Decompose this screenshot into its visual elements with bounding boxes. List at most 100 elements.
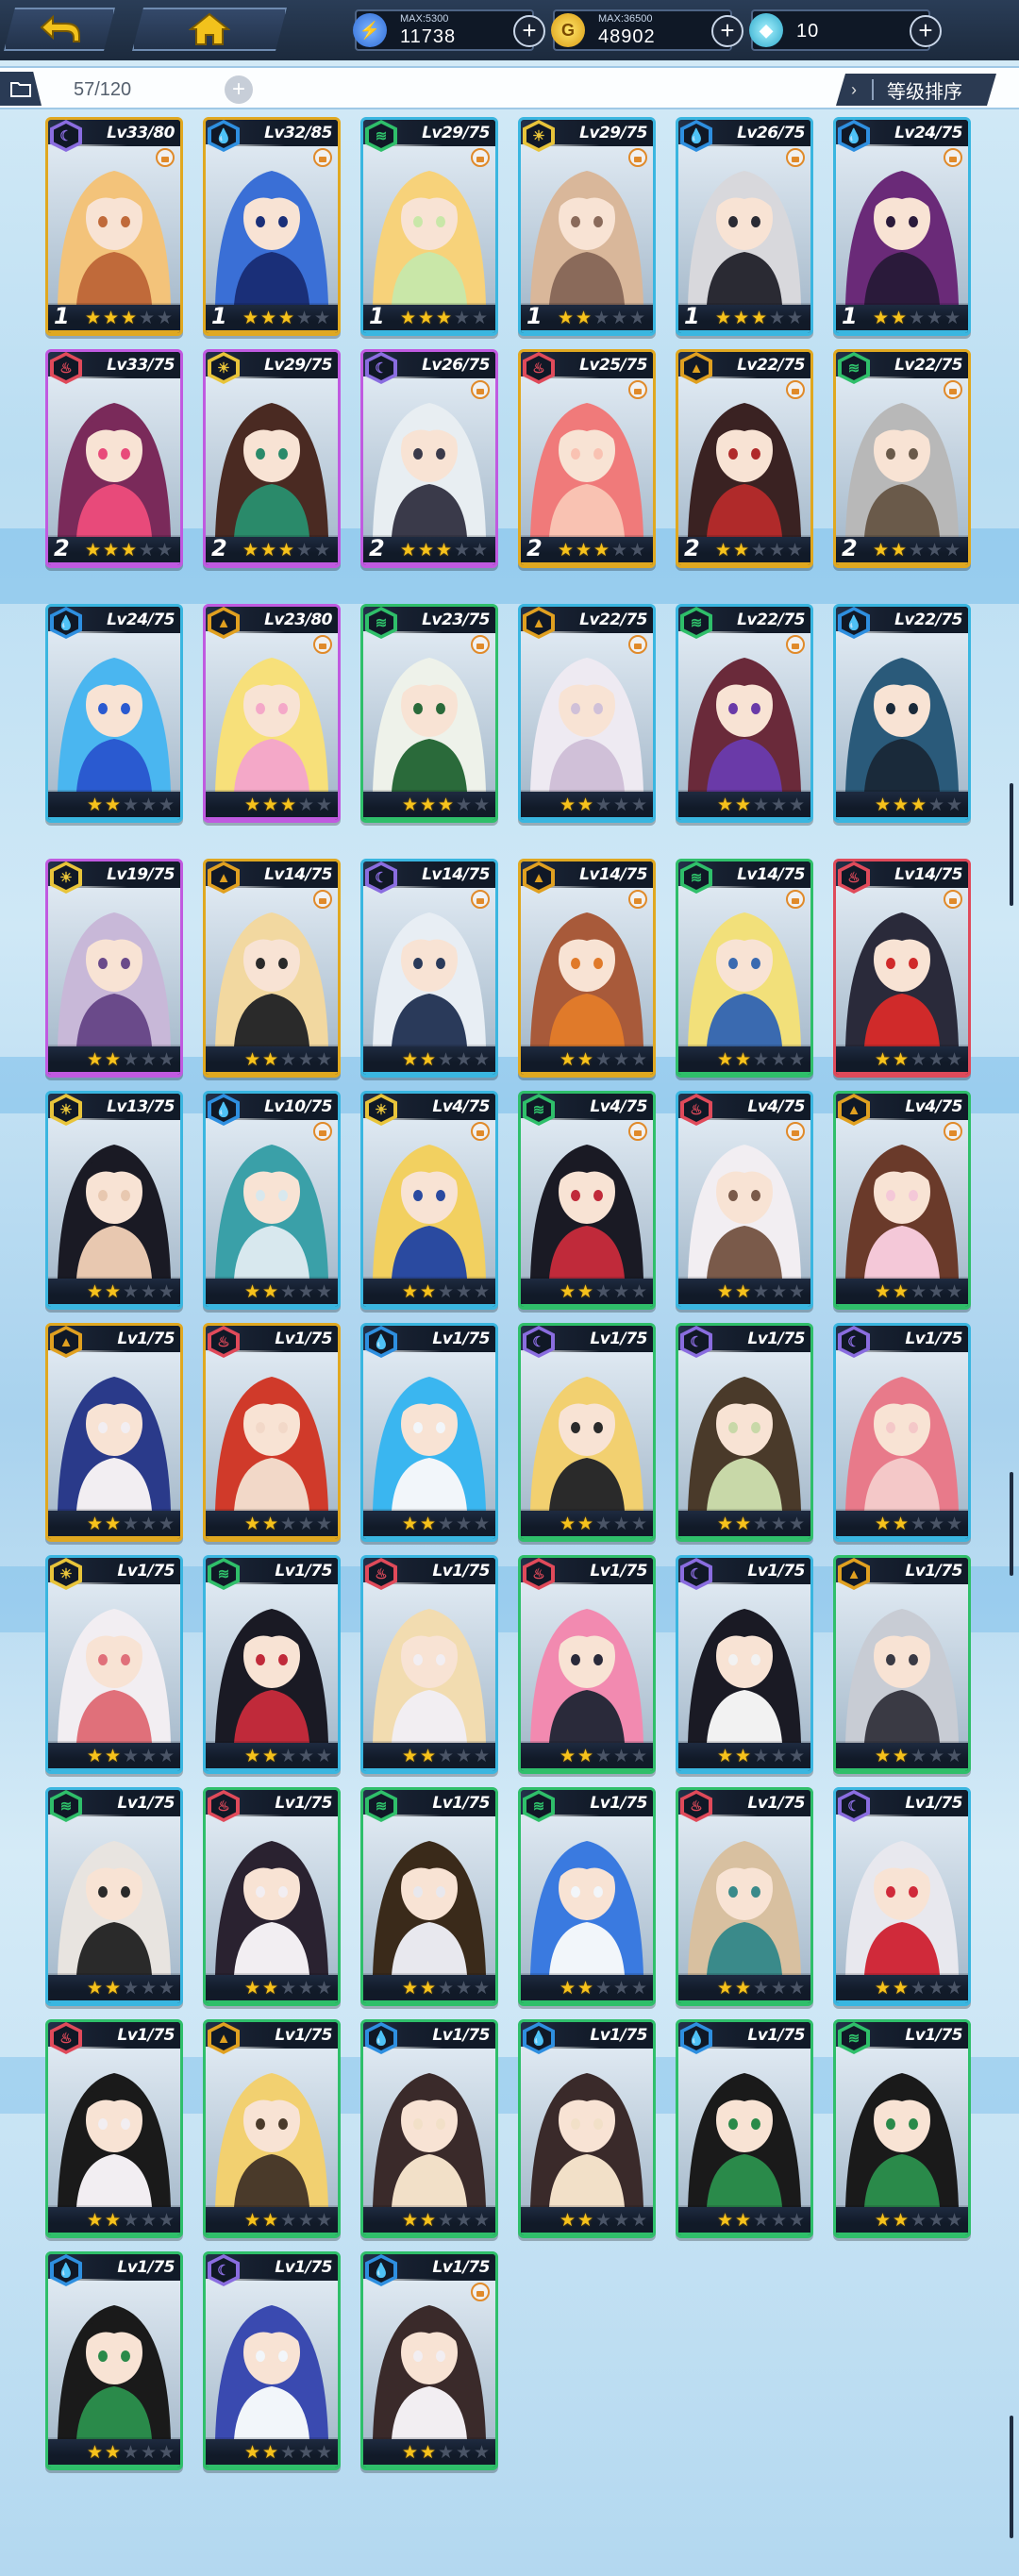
character-card[interactable]: ☾ Lv1/75 ★ ★ ★ ★ ★	[833, 1787, 971, 2006]
lock-icon[interactable]	[786, 1122, 805, 1141]
character-card[interactable]: ☀ Lv13/75 ★ ★ ★ ★ ★	[45, 1091, 183, 1310]
lock-icon[interactable]	[786, 890, 805, 909]
lock-icon[interactable]	[944, 148, 962, 167]
character-card[interactable]: ☾ Lv1/75 ★ ★ ★ ★ ★	[203, 2251, 341, 2470]
character-card[interactable]: ♨ Lv4/75 ★ ★ ★ ★ ★	[676, 1091, 813, 1310]
character-card[interactable]: 💧 Lv1/75 ★ ★ ★ ★ ★	[518, 2019, 656, 2238]
character-card[interactable]: ▲ Lv22/75 2 ★ ★ ★ ★ ★	[676, 349, 813, 568]
character-card[interactable]: ☾ Lv1/75 ★ ★ ★ ★ ★	[676, 1555, 813, 1774]
character-card[interactable]: ≋ Lv22/75 ★ ★ ★ ★ ★	[676, 604, 813, 823]
character-card[interactable]: ≋ Lv1/75 ★ ★ ★ ★ ★	[518, 1787, 656, 2006]
character-card[interactable]: ≋ Lv14/75 ★ ★ ★ ★ ★	[676, 859, 813, 1078]
character-card[interactable]: ▲ Lv23/80 ★ ★ ★ ★ ★	[203, 604, 341, 823]
character-card[interactable]: ♨ Lv25/75 2 ★ ★ ★ ★ ★	[518, 349, 656, 568]
energy-add-button[interactable]: +	[513, 15, 545, 47]
character-card[interactable]: ♨ Lv33/75 2 ★ ★ ★ ★ ★	[45, 349, 183, 568]
star-icon: ★	[158, 1050, 175, 1070]
sort-button[interactable]: › 等级排序	[836, 74, 996, 106]
character-card[interactable]: ♨ Lv1/75 ★ ★ ★ ★ ★	[203, 1787, 341, 2006]
lock-icon[interactable]	[628, 890, 647, 909]
character-card[interactable]: 💧 Lv22/75 ★ ★ ★ ★ ★	[833, 604, 971, 823]
lock-icon[interactable]	[313, 890, 332, 909]
character-card[interactable]: ≋ Lv23/75 ★ ★ ★ ★ ★	[360, 604, 498, 823]
character-card[interactable]: ☾ Lv1/75 ★ ★ ★ ★ ★	[833, 1323, 971, 1542]
scrollbar[interactable]	[1010, 2416, 1013, 2538]
rarity-bar	[836, 1768, 968, 1771]
character-card[interactable]: ☾ Lv33/80 1 ★ ★ ★ ★ ★	[45, 117, 183, 336]
character-card[interactable]: ☀ Lv29/75 2 ★ ★ ★ ★ ★	[203, 349, 341, 568]
character-card[interactable]: ▲ Lv22/75 ★ ★ ★ ★ ★	[518, 604, 656, 823]
lock-icon[interactable]	[628, 148, 647, 167]
character-card[interactable]: ☀ Lv29/75 1 ★ ★ ★ ★ ★	[518, 117, 656, 336]
level-label: Lv1/75	[905, 1330, 962, 1348]
back-button[interactable]	[4, 8, 115, 51]
lock-icon[interactable]	[156, 148, 175, 167]
home-button[interactable]	[132, 8, 287, 51]
scrollbar[interactable]	[1010, 1472, 1013, 1576]
character-card[interactable]: ≋ Lv4/75 ★ ★ ★ ★ ★	[518, 1091, 656, 1310]
character-card[interactable]: ≋ Lv29/75 1 ★ ★ ★ ★ ★	[360, 117, 498, 336]
star-rating: ★ ★ ★ ★ ★	[716, 1514, 806, 1535]
character-card[interactable]: 💧 Lv32/85 1 ★ ★ ★ ★ ★	[203, 117, 341, 336]
character-card[interactable]: ☾ Lv14/75 ★ ★ ★ ★ ★	[360, 859, 498, 1078]
lock-icon[interactable]	[786, 380, 805, 399]
character-card[interactable]: 💧 Lv24/75 ★ ★ ★ ★ ★	[45, 604, 183, 823]
character-card[interactable]: 💧 Lv1/75 ★ ★ ★ ★ ★	[676, 2019, 813, 2238]
character-card[interactable]: ▲ Lv1/75 ★ ★ ★ ★ ★	[45, 1323, 183, 1542]
character-card[interactable]: ♨ Lv1/75 ★ ★ ★ ★ ★	[518, 1555, 656, 1774]
lock-icon[interactable]	[471, 148, 490, 167]
character-card[interactable]: ≋ Lv1/75 ★ ★ ★ ★ ★	[360, 1787, 498, 2006]
character-card[interactable]: ☀ Lv19/75 ★ ★ ★ ★ ★	[45, 859, 183, 1078]
character-card[interactable]: 💧 Lv26/75 1 ★ ★ ★ ★ ★	[676, 117, 813, 336]
character-card[interactable]: ♨ Lv1/75 ★ ★ ★ ★ ★	[360, 1555, 498, 1774]
expand-roster-button[interactable]: +	[225, 75, 253, 104]
character-card[interactable]: ♨ Lv14/75 ★ ★ ★ ★ ★	[833, 859, 971, 1078]
lock-icon[interactable]	[471, 2283, 490, 2301]
character-card[interactable]: 💧 Lv10/75 ★ ★ ★ ★ ★	[203, 1091, 341, 1310]
character-card[interactable]: ▲ Lv14/75 ★ ★ ★ ★ ★	[203, 859, 341, 1078]
lock-icon[interactable]	[786, 148, 805, 167]
character-card[interactable]: ▲ Lv4/75 ★ ★ ★ ★ ★	[833, 1091, 971, 1310]
lock-icon[interactable]	[471, 635, 490, 654]
lock-icon[interactable]	[628, 380, 647, 399]
character-card[interactable]: ♨ Lv1/75 ★ ★ ★ ★ ★	[676, 1787, 813, 2006]
character-card[interactable]: ▲ Lv14/75 ★ ★ ★ ★ ★	[518, 859, 656, 1078]
character-card[interactable]: 💧 Lv1/75 ★ ★ ★ ★ ★	[360, 2251, 498, 2470]
lock-icon[interactable]	[944, 1122, 962, 1141]
lock-icon[interactable]	[313, 1122, 332, 1141]
level-label: Lv1/75	[590, 1330, 647, 1348]
character-card[interactable]: ☾ Lv26/75 2 ★ ★ ★ ★ ★	[360, 349, 498, 568]
lock-icon[interactable]	[628, 635, 647, 654]
character-card[interactable]: ♨ Lv1/75 ★ ★ ★ ★ ★	[203, 1323, 341, 1542]
character-card[interactable]: ☀ Lv1/75 ★ ★ ★ ★ ★	[45, 1555, 183, 1774]
lock-icon[interactable]	[471, 1122, 490, 1141]
scrollbar[interactable]	[1010, 783, 1013, 906]
character-card[interactable]: ≋ Lv1/75 ★ ★ ★ ★ ★	[833, 2019, 971, 2238]
lock-icon[interactable]	[313, 148, 332, 167]
character-card[interactable]: ≋ Lv22/75 2 ★ ★ ★ ★ ★	[833, 349, 971, 568]
character-card[interactable]: 💧 Lv24/75 1 ★ ★ ★ ★ ★	[833, 117, 971, 336]
character-card[interactable]: ☀ Lv4/75 ★ ★ ★ ★ ★	[360, 1091, 498, 1310]
character-card[interactable]: ▲ Lv1/75 ★ ★ ★ ★ ★	[833, 1555, 971, 1774]
character-card[interactable]: 💧 Lv1/75 ★ ★ ★ ★ ★	[360, 2019, 498, 2238]
character-card[interactable]: ♨ Lv1/75 ★ ★ ★ ★ ★	[45, 2019, 183, 2238]
star-icon: ★	[297, 1514, 315, 1534]
character-card[interactable]: 💧 Lv1/75 ★ ★ ★ ★ ★	[360, 1323, 498, 1542]
star-icon: ★	[243, 1282, 261, 1302]
crystal-add-button[interactable]: +	[910, 15, 942, 47]
character-card[interactable]: 💧 Lv1/75 ★ ★ ★ ★ ★	[45, 2251, 183, 2470]
lock-icon[interactable]	[944, 380, 962, 399]
lock-icon[interactable]	[471, 380, 490, 399]
lock-icon[interactable]	[786, 635, 805, 654]
lock-icon[interactable]	[628, 1122, 647, 1141]
lock-icon[interactable]	[313, 635, 332, 654]
character-card[interactable]: ▲ Lv1/75 ★ ★ ★ ★ ★	[203, 2019, 341, 2238]
character-card[interactable]: ☾ Lv1/75 ★ ★ ★ ★ ★	[518, 1323, 656, 1542]
character-card[interactable]: ☾ Lv1/75 ★ ★ ★ ★ ★	[676, 1323, 813, 1542]
character-card[interactable]: ≋ Lv1/75 ★ ★ ★ ★ ★	[203, 1555, 341, 1774]
lock-icon[interactable]	[944, 890, 962, 909]
character-card[interactable]: ≋ Lv1/75 ★ ★ ★ ★ ★	[45, 1787, 183, 2006]
lock-icon[interactable]	[471, 890, 490, 909]
folder-tab[interactable]	[0, 72, 42, 106]
gold-add-button[interactable]: +	[711, 15, 743, 47]
